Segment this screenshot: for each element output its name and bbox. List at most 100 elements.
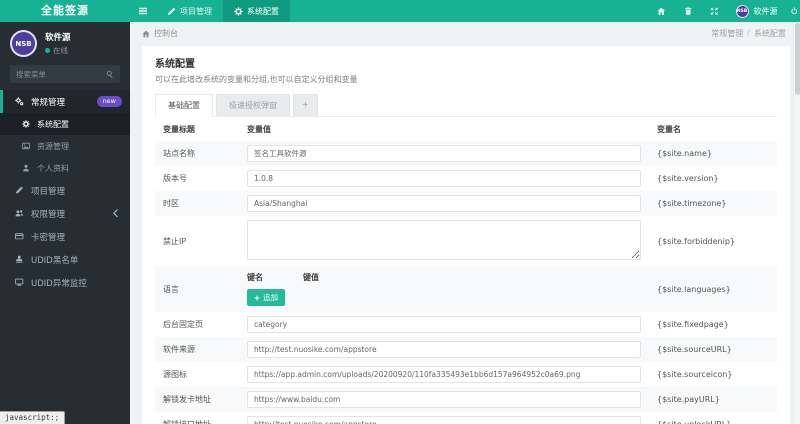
- row-title: 站点名称: [155, 141, 239, 166]
- row-value-cell: [239, 166, 649, 191]
- card-icon: [14, 232, 25, 241]
- expand-button[interactable]: [701, 0, 728, 22]
- kv-header: 键名 键值: [247, 270, 641, 283]
- config-input-解锁接口地址[interactable]: [247, 416, 641, 424]
- menu-search: [10, 65, 120, 83]
- row-title: 后台固定页: [163, 320, 203, 329]
- breadcrumb-link-常规管理[interactable]: 常规管理: [711, 28, 743, 39]
- row-varname: {$site.name}: [649, 141, 777, 166]
- expand-icon: [710, 7, 719, 16]
- config-textarea-禁止IP[interactable]: [247, 220, 641, 260]
- row-title: 语言: [155, 266, 239, 312]
- append-language-button[interactable]: 追加: [247, 289, 285, 306]
- home-icon: [142, 30, 150, 38]
- row-varname: {$site.languages}: [649, 266, 777, 312]
- config-row-解锁发卡地址: 解锁发卡地址 {$site.payURL}: [155, 387, 777, 412]
- row-title: 解锁接口地址: [155, 412, 239, 424]
- sidebar-item-label: UDID异常监控: [31, 278, 87, 289]
- config-row-版本号: 版本号 {$site.version}: [155, 166, 777, 191]
- sidebar-toggle-button[interactable]: [130, 0, 156, 22]
- scrollbar-thumb[interactable]: [795, 23, 800, 95]
- header-nav-tabs: 项目管理 系统配置: [156, 0, 290, 22]
- avatar: NSB: [10, 30, 37, 57]
- config-row-时区: 时区 {$site.timezone}: [155, 191, 777, 216]
- table-header-row: 变量标题 变量值 变量名: [155, 117, 777, 141]
- online-dot: [45, 48, 50, 53]
- sidebar-item-权限管理[interactable]: 权限管理: [0, 202, 130, 225]
- sidebar-item-label: 项目管理: [31, 186, 66, 197]
- gear-icon: [234, 6, 243, 16]
- sidebar-item-资源管理[interactable]: 资源管理: [0, 135, 130, 157]
- header-tab-系统配置[interactable]: 系统配置: [223, 0, 290, 22]
- avatar: NSB: [735, 4, 749, 18]
- config-tab-基础配置[interactable]: 基础配置: [155, 94, 213, 117]
- sidebar-item-个人资料[interactable]: 个人资料: [0, 157, 130, 179]
- chevron-left-icon: [111, 209, 122, 218]
- sidebar-item-卡密管理[interactable]: 卡密管理: [0, 225, 130, 248]
- row-value-cell: [239, 191, 649, 216]
- header-user-name: 软件源: [753, 6, 778, 16]
- panel-description: 可以在此增改系统的变量和分组,也可以自定义分组和变量: [155, 75, 358, 84]
- menu-search-input[interactable]: [16, 69, 106, 79]
- config-input-源图标[interactable]: [247, 366, 641, 383]
- user-menu[interactable]: NSB 软件源: [728, 4, 786, 18]
- sidebar-item-label: 个人资料: [37, 163, 69, 173]
- vertical-scrollbar[interactable]: [793, 22, 800, 424]
- sidebar-item-label: 权限管理: [31, 209, 66, 220]
- config-input-时区[interactable]: [247, 195, 641, 212]
- config-input-版本号[interactable]: [247, 170, 641, 187]
- config-input-后台固定页[interactable]: [247, 316, 641, 333]
- sidebar-item-项目管理[interactable]: 项目管理: [0, 179, 130, 202]
- config-input-站点名称[interactable]: [247, 145, 641, 162]
- header-tab-项目管理[interactable]: 项目管理: [156, 0, 223, 22]
- config-input-解锁发卡地址[interactable]: [247, 391, 641, 408]
- users-icon: [14, 209, 25, 218]
- sidebar-item-UDID异常监控[interactable]: UDID异常监控: [0, 271, 130, 294]
- row-value-cell: [239, 412, 649, 424]
- top-header: 全能签源 项目管理 系统配置 NSB 软件源: [0, 0, 800, 22]
- breadcrumb-link-系统配置[interactable]: 系统配置: [754, 28, 786, 39]
- row-title: 版本号: [163, 174, 187, 183]
- sidebar-user-name: 软件源: [45, 33, 71, 43]
- breadcrumb-current: 控制台: [154, 29, 178, 38]
- breadcrumb-trail: 常规管理 / 系统配置: [711, 28, 786, 39]
- config-table: 变量标题 变量值 变量名 站点名称 {$site.name} 版本号 {$site.v…: [155, 117, 777, 424]
- header-tab-label: 项目管理: [180, 6, 212, 16]
- row-varname: {$site.timezone}: [649, 191, 777, 216]
- sidebar-user-panel[interactable]: NSB 软件源 在线: [0, 22, 130, 63]
- sidebar-item-常规管理[interactable]: 常规管理 new: [0, 90, 130, 113]
- config-row-语言: 语言 键名 键值追加 {$site.languages}: [155, 266, 777, 312]
- sidebar-item-系统配置[interactable]: 系统配置: [0, 113, 130, 135]
- config-tab-极速授权弹窗[interactable]: 极速授权弹窗: [216, 94, 290, 116]
- header-quick-icons: [648, 0, 728, 22]
- plus-icon: [254, 295, 260, 301]
- main-content: 控制台 常规管理 / 系统配置 系统配置 可以在此增改系统的变量和分组,也可以自定义…: [130, 22, 800, 424]
- config-row-后台固定页: 后台固定页 {$site.fixedpage}: [155, 312, 777, 337]
- pencil-icon: [167, 7, 176, 16]
- row-varname: {$site.version}: [657, 174, 719, 183]
- col-header-title: 变量标题: [163, 125, 195, 134]
- user-icon: [20, 164, 31, 172]
- row-value-cell: [239, 362, 649, 387]
- add-group-tab[interactable]: +: [293, 94, 318, 116]
- row-varname: {$site.unlockURL}: [649, 412, 777, 424]
- row-value-cell: [239, 216, 649, 266]
- home-button[interactable]: [648, 0, 675, 22]
- trash-button[interactable]: [675, 0, 702, 22]
- col-header-varname: 变量名: [657, 125, 681, 134]
- config-panel: 系统配置 可以在此增改系统的变量和分组,也可以自定义分组和变量 基础配置 极速授权…: [142, 46, 790, 424]
- app-title: 全能签源: [41, 4, 89, 17]
- image-icon: [20, 142, 31, 150]
- row-varname: {$site.sourceURL}: [649, 337, 777, 362]
- sidebar-item-UDID黑名单[interactable]: UDID黑名单: [0, 248, 130, 271]
- logout-button[interactable]: [786, 0, 800, 22]
- home-icon: [657, 7, 666, 16]
- config-row-软件来源: 软件来源 {$site.sourceURL}: [155, 337, 777, 362]
- row-value-cell: [239, 312, 649, 337]
- desktop-icon: [14, 278, 25, 287]
- row-value-cell: [239, 387, 649, 412]
- config-input-软件来源[interactable]: [247, 341, 641, 358]
- header-tab-label: 系统配置: [247, 6, 279, 16]
- search-icon: [106, 70, 114, 78]
- kv-key-label: 键名: [247, 273, 263, 282]
